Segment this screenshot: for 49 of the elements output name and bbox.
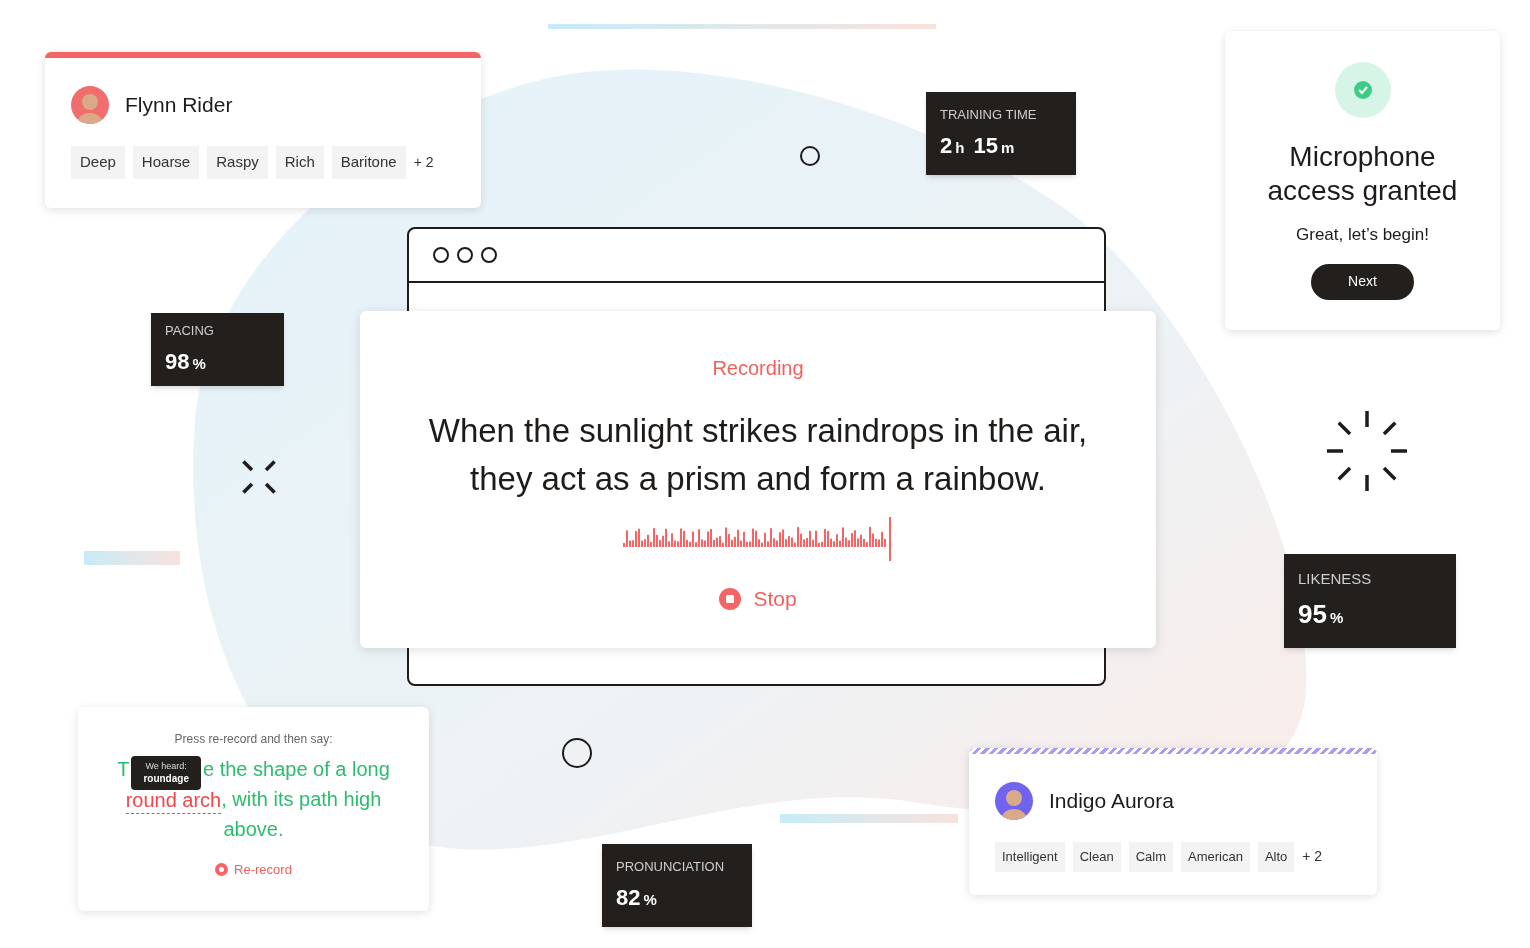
stat-label: LIKENESS	[1298, 569, 1373, 590]
correct-text: , with its path high	[221, 787, 382, 812]
tooltip-label: We heard:	[145, 760, 187, 772]
voice-tag: Calm	[1128, 842, 1173, 872]
voice-name: Flynn Rider	[125, 92, 233, 119]
stat-value: 2	[940, 131, 953, 160]
mispronounced-text: round arch	[125, 787, 222, 814]
correct-text: T	[117, 757, 130, 782]
stat-value: 15	[973, 131, 998, 160]
correct-text: e the shape of a long	[202, 757, 390, 782]
stat-label: TRAINING TIME	[940, 106, 1038, 125]
voice-tag: Baritone	[331, 146, 406, 179]
voice-tag: American	[1180, 842, 1250, 872]
stat-unit: h	[955, 137, 965, 158]
permission-title: Microphone access granted	[1266, 140, 1459, 208]
more-count: + 2	[413, 152, 434, 172]
stat-unit: %	[643, 889, 657, 910]
stat-unit: %	[192, 353, 206, 374]
correct-text: above.	[223, 817, 284, 842]
prompt-text: When the sunlight strikes raindrops in the air, they act as a prism and form a rainbow.	[427, 411, 1089, 499]
voice-tag: Raspy	[207, 146, 268, 179]
record-icon	[215, 863, 229, 877]
stop-button[interactable]: Stop	[719, 583, 797, 615]
recording-status: Recording	[712, 356, 804, 381]
avatar	[71, 86, 109, 124]
sparkle-icon	[1324, 408, 1410, 494]
voice-tag: Alto	[1257, 842, 1295, 872]
rerecord-button[interactable]: Re-record	[215, 860, 292, 880]
stat-unit: m	[1000, 137, 1015, 158]
voice-name: Indigo Aurora	[1049, 788, 1174, 815]
check-circle-icon	[1334, 62, 1391, 118]
stat-value: 82	[616, 883, 641, 912]
instruction-text: Press re-record and then say:	[174, 731, 333, 748]
stop-icon	[719, 587, 742, 610]
avatar	[995, 782, 1033, 820]
stat-unit: %	[1329, 607, 1344, 628]
voice-tag: Deep	[71, 146, 125, 179]
stat-value: 98	[165, 347, 190, 376]
more-count: + 2	[1302, 847, 1323, 867]
voice-tag: Intelligent	[995, 842, 1065, 872]
stat-label: PRONUNCIATION	[616, 858, 726, 877]
stat-label: PACING	[165, 322, 215, 341]
voice-tag: Hoarse	[132, 146, 200, 179]
permission-message: Great, let’s begin!	[1296, 224, 1429, 246]
tooltip-value: roundage	[143, 772, 189, 786]
next-button[interactable]: Next	[1311, 263, 1414, 300]
voice-tag: Clean	[1072, 842, 1121, 872]
stat-value: 95	[1298, 597, 1327, 631]
voice-tag: Rich	[275, 146, 324, 179]
